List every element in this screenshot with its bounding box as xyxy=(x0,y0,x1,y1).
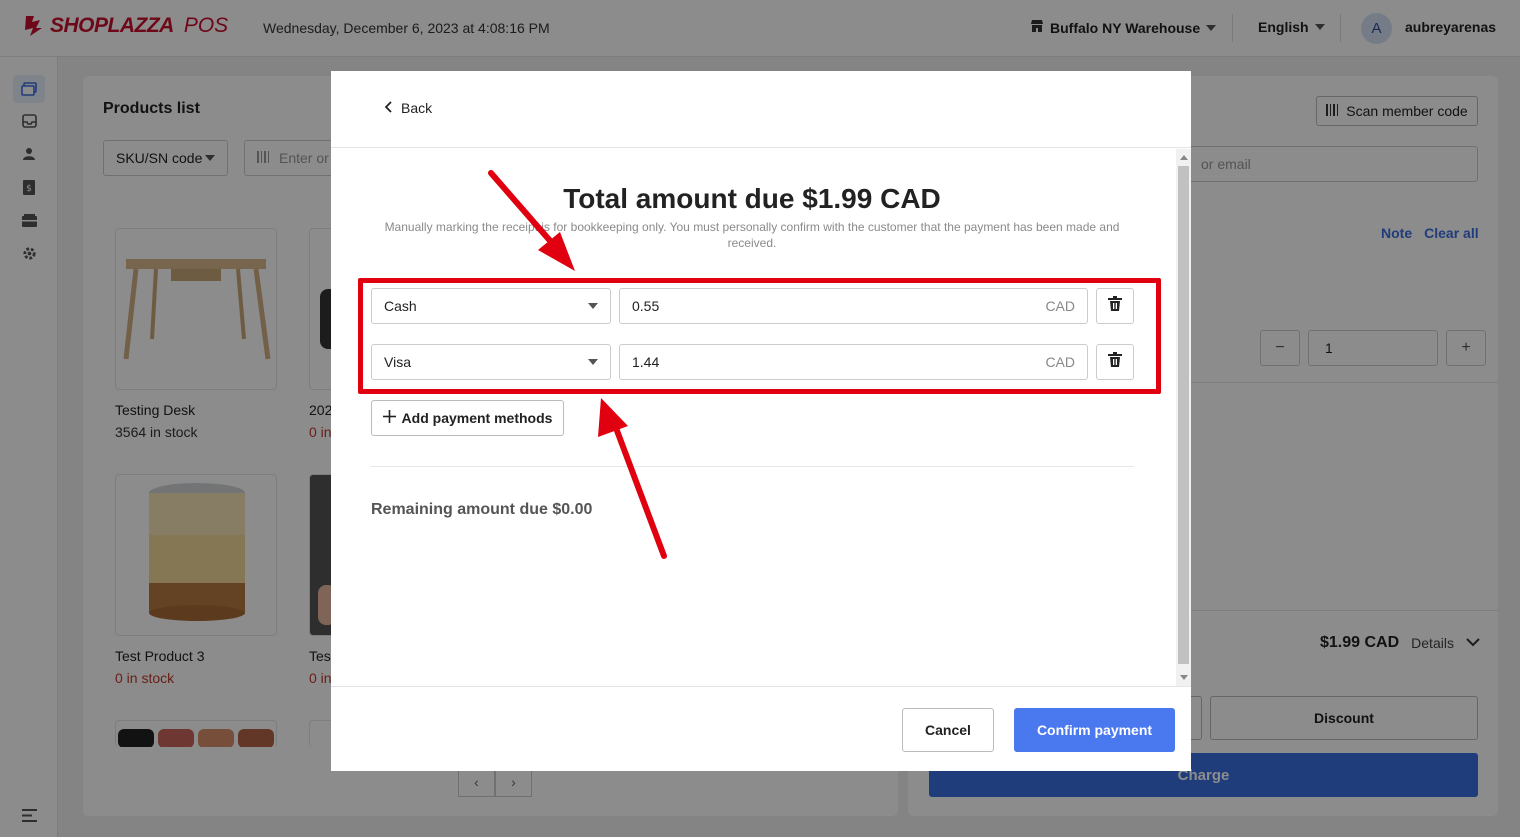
plus-icon xyxy=(382,410,396,426)
payment-row: Cash 0.55 CAD xyxy=(371,288,1134,324)
payment-amount-input[interactable]: 0.55 CAD xyxy=(619,288,1088,324)
chevron-down-icon xyxy=(588,359,598,365)
modal-header: Back xyxy=(331,71,1191,148)
modal-body: Total amount due $1.99 CAD Manually mark… xyxy=(331,149,1177,686)
back-button[interactable]: Back xyxy=(384,100,433,116)
modal-footer: Cancel Confirm payment xyxy=(331,686,1191,771)
remaining-amount: Remaining amount due $0.00 xyxy=(371,501,593,518)
bookkeeping-note: Manually marking the receipt is for book… xyxy=(384,220,1120,250)
delete-payment-button[interactable] xyxy=(1096,288,1134,324)
payment-amount-input[interactable]: 1.44 CAD xyxy=(619,344,1088,380)
payment-row: Visa 1.44 CAD xyxy=(371,344,1134,380)
scroll-up-arrow-icon[interactable] xyxy=(1180,155,1188,160)
payment-method-select[interactable]: Visa xyxy=(371,344,611,380)
payment-amount-value: 1.44 xyxy=(632,354,660,370)
payment-modal: Back Total amount due $1.99 CAD Manually… xyxy=(331,71,1191,771)
scrollbar-thumb[interactable] xyxy=(1178,166,1189,664)
payment-amount-value: 0.55 xyxy=(632,298,660,314)
add-payment-label: Add payment methods xyxy=(401,410,553,426)
payment-method-value: Cash xyxy=(384,298,417,314)
scroll-down-arrow-icon[interactable] xyxy=(1180,675,1188,680)
total-due-title: Total amount due $1.99 CAD xyxy=(563,183,941,214)
trash-icon xyxy=(1108,296,1122,316)
add-payment-method-button[interactable]: Add payment methods xyxy=(371,400,564,436)
modal-scrollbar[interactable] xyxy=(1176,149,1191,686)
back-label: Back xyxy=(401,100,433,116)
payment-method-value: Visa xyxy=(384,354,411,370)
delete-payment-button[interactable] xyxy=(1096,344,1134,380)
confirm-payment-button[interactable]: Confirm payment xyxy=(1014,708,1175,752)
currency-label: CAD xyxy=(1045,354,1075,370)
payment-method-select[interactable]: Cash xyxy=(371,288,611,324)
chevron-left-icon xyxy=(384,100,393,116)
chevron-down-icon xyxy=(588,303,598,309)
cancel-button[interactable]: Cancel xyxy=(902,708,994,752)
currency-label: CAD xyxy=(1045,298,1075,314)
trash-icon xyxy=(1108,352,1122,372)
divider xyxy=(371,466,1134,467)
